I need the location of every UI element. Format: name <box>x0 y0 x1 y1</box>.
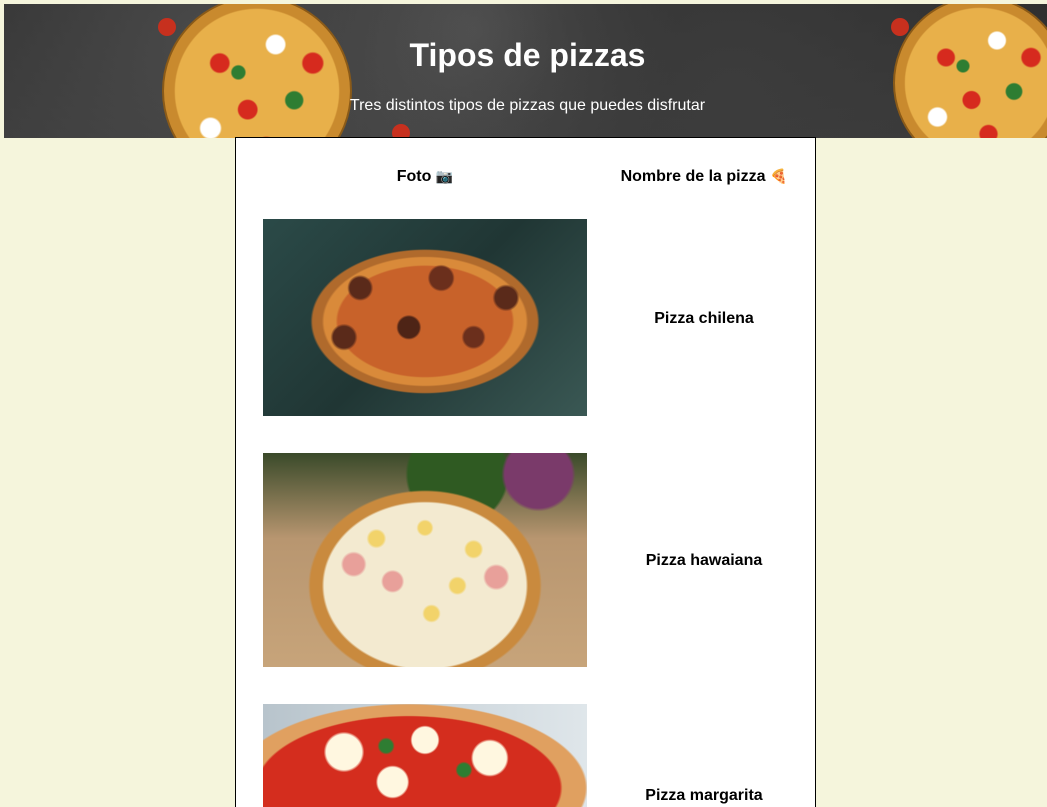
pizza-name-margarita: Pizza margarita <box>645 787 763 804</box>
column-header-name: Nombre de la pizza 🍕 <box>604 168 804 186</box>
tomato-decoration <box>891 18 909 36</box>
pizza-chilena-photo <box>263 219 587 416</box>
column-header-name-label: Nombre de la pizza <box>620 168 766 185</box>
pizza-name-hawaiana: Pizza hawaiana <box>645 552 763 569</box>
pizza-icon: 🍕 <box>769 168 788 184</box>
tomato-decoration <box>158 18 176 36</box>
header-banner: Tipos de pizzas Tres distintos tipos de … <box>4 4 1047 138</box>
camera-icon: 📷 <box>435 168 454 184</box>
pizza-hawaiana-photo <box>263 453 587 667</box>
column-header-photo: Foto 📷 <box>263 168 587 186</box>
page-title: Tipos de pizzas <box>409 37 646 73</box>
pizza-name-chilena: Pizza chilena <box>654 310 754 327</box>
pizza-margarita-photo <box>263 704 587 807</box>
tomato-decoration <box>392 124 410 138</box>
page: Tipos de pizzas Tres distintos tipos de … <box>0 0 1047 807</box>
column-header-photo-label: Foto <box>396 168 432 185</box>
page-subtitle: Tres distintos tipos de pizzas que puede… <box>349 97 706 114</box>
